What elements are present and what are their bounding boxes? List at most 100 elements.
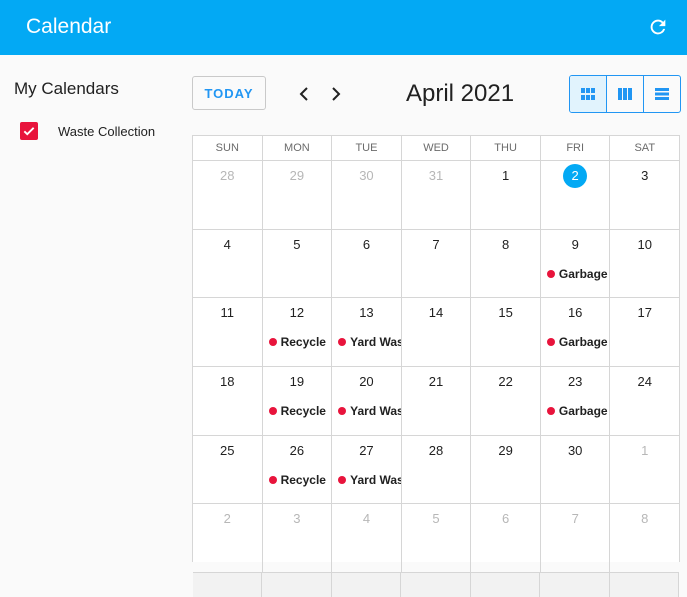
day-cell[interactable]: 6	[332, 229, 402, 298]
day-cell[interactable]: 22	[471, 367, 541, 435]
my-calendars-heading: My Calendars	[14, 79, 119, 98]
day-cell[interactable]: 3	[610, 161, 679, 229]
day-cell[interactable]: 5	[263, 229, 333, 298]
day-number-text: 29	[289, 168, 305, 183]
week-view-button[interactable]	[607, 76, 644, 112]
day-number: 1	[610, 443, 679, 458]
week-row: 2 3 4 5 6 7 8	[193, 504, 679, 574]
day-number: 17	[610, 305, 679, 320]
day-cell[interactable]: 12 Recycle	[263, 298, 333, 367]
day-cell[interactable]: 13 Yard Waste	[332, 298, 402, 367]
today-button[interactable]: TODAY	[192, 76, 266, 110]
day-cell[interactable]: 4	[193, 229, 263, 298]
day-cell[interactable]: 21	[402, 367, 472, 435]
footer-cell	[610, 573, 679, 597]
day-cell[interactable]: 27 Yard Waste	[332, 435, 402, 504]
day-number-text: 19	[289, 374, 305, 390]
calendar-event[interactable]: Recycle	[268, 404, 326, 418]
day-cell[interactable]: 28	[193, 161, 263, 229]
chevron-left-icon[interactable]	[295, 84, 313, 104]
day-cell[interactable]: 29	[263, 161, 333, 229]
day-cell[interactable]: 26 Recycle	[263, 435, 333, 504]
event-label: Recycle	[280, 335, 326, 350]
day-cell[interactable]: 24	[610, 367, 679, 435]
day-cell[interactable]: 18	[193, 367, 263, 435]
day-number: 16	[541, 305, 610, 320]
day-cell[interactable]: 25	[193, 435, 263, 504]
event-dot-icon	[268, 407, 277, 416]
day-cell[interactable]: 15	[471, 298, 541, 367]
calendar-event[interactable]: Yard Waste	[338, 472, 401, 487]
day-number: 12	[263, 305, 332, 320]
calendar-event[interactable]: Yard Waste	[338, 335, 401, 349]
day-number: 4	[193, 237, 262, 252]
day-number-text: 4	[362, 511, 371, 527]
calendar-event[interactable]: Recycle	[268, 335, 326, 350]
day-number-text: 5	[432, 511, 440, 527]
day-cell[interactable]: 14	[402, 298, 472, 367]
day-number: 1	[471, 168, 540, 183]
day-number: 25	[193, 443, 262, 458]
weeks-container: 28 29 30 31 1 2 3 4 5 6 7 8 9 Garbage 10 11 12 Recycle 13 Y…	[193, 161, 679, 574]
day-cell[interactable]: 2	[541, 161, 611, 229]
week-row: 25 26 Recycle 27 Yard Waste 28 29 30 1	[193, 435, 679, 505]
day-cell[interactable]: 30	[541, 435, 611, 504]
day-number-text: 22	[498, 374, 513, 390]
day-cell[interactable]: 30	[332, 161, 402, 229]
day-number-text: 13	[359, 305, 374, 321]
checkbox-checked-icon[interactable]	[20, 122, 38, 140]
day-cell[interactable]: 29	[471, 435, 541, 504]
list-view-button[interactable]	[644, 76, 680, 112]
day-cell[interactable]: 23 Garbage	[541, 367, 611, 435]
day-number: 3	[263, 511, 332, 526]
day-number-text: 29	[498, 442, 513, 458]
day-number-text: 10	[637, 236, 652, 252]
day-number: 7	[541, 511, 610, 526]
app-title: Calendar	[26, 15, 112, 38]
day-number: 4	[332, 511, 401, 526]
day-cell[interactable]: 1	[610, 436, 679, 504]
day-cell[interactable]: 7	[402, 229, 472, 298]
day-cell[interactable]: 31	[402, 161, 472, 229]
day-cell[interactable]: 28	[402, 435, 472, 504]
event-label: Garbage	[558, 266, 608, 281]
day-number-text: 12	[289, 305, 305, 321]
footer-cell	[193, 573, 263, 597]
calendar-event[interactable]: Garbage	[546, 404, 608, 418]
day-cell[interactable]: 11	[193, 298, 263, 367]
day-number-text: 5	[293, 236, 301, 252]
day-cell[interactable]: 9 Garbage	[541, 229, 611, 298]
day-cell[interactable]: 19 Recycle	[263, 367, 333, 435]
calendar-event[interactable]: Yard Waste	[338, 404, 401, 418]
weekday-label: MON	[263, 136, 333, 160]
calendar-item-waste-collection[interactable]: Waste Collection	[20, 120, 155, 142]
day-cell[interactable]: 10	[610, 230, 679, 298]
day-number-text: 18	[220, 374, 235, 390]
calendar-item-label: Waste Collection	[58, 123, 156, 139]
event-dot-icon	[268, 475, 277, 484]
day-number-text: 11	[220, 305, 235, 321]
day-number-text: 6	[501, 511, 510, 527]
day-cell[interactable]: 20 Yard Waste	[332, 367, 402, 435]
calendar-event[interactable]: Recycle	[268, 473, 326, 487]
day-number-text: 9	[571, 236, 579, 252]
chevron-right-icon[interactable]	[327, 84, 345, 104]
day-number-text: 8	[641, 511, 649, 527]
day-number-text: 7	[571, 511, 579, 527]
calendar-event[interactable]: Garbage	[546, 335, 608, 349]
day-cell[interactable]: 17	[610, 298, 679, 366]
day-cell[interactable]: 1	[471, 161, 541, 229]
month-view-button[interactable]	[570, 76, 607, 112]
event-dot-icon	[338, 338, 347, 347]
month-title: April 2021	[406, 80, 515, 107]
grid-footer	[193, 573, 679, 597]
day-number: 30	[541, 443, 610, 458]
refresh-icon[interactable]	[647, 16, 669, 38]
weekday-label: SAT	[634, 142, 656, 154]
day-cell[interactable]: 8	[471, 229, 541, 298]
day-number: 26	[263, 443, 332, 458]
day-cell[interactable]: 16 Garbage	[541, 298, 611, 367]
calendar-event[interactable]: Garbage	[546, 266, 608, 281]
event-label: Yard Waste	[350, 472, 401, 487]
weekday-header: SUN MON TUE WED THU FRI SAT	[193, 136, 679, 161]
